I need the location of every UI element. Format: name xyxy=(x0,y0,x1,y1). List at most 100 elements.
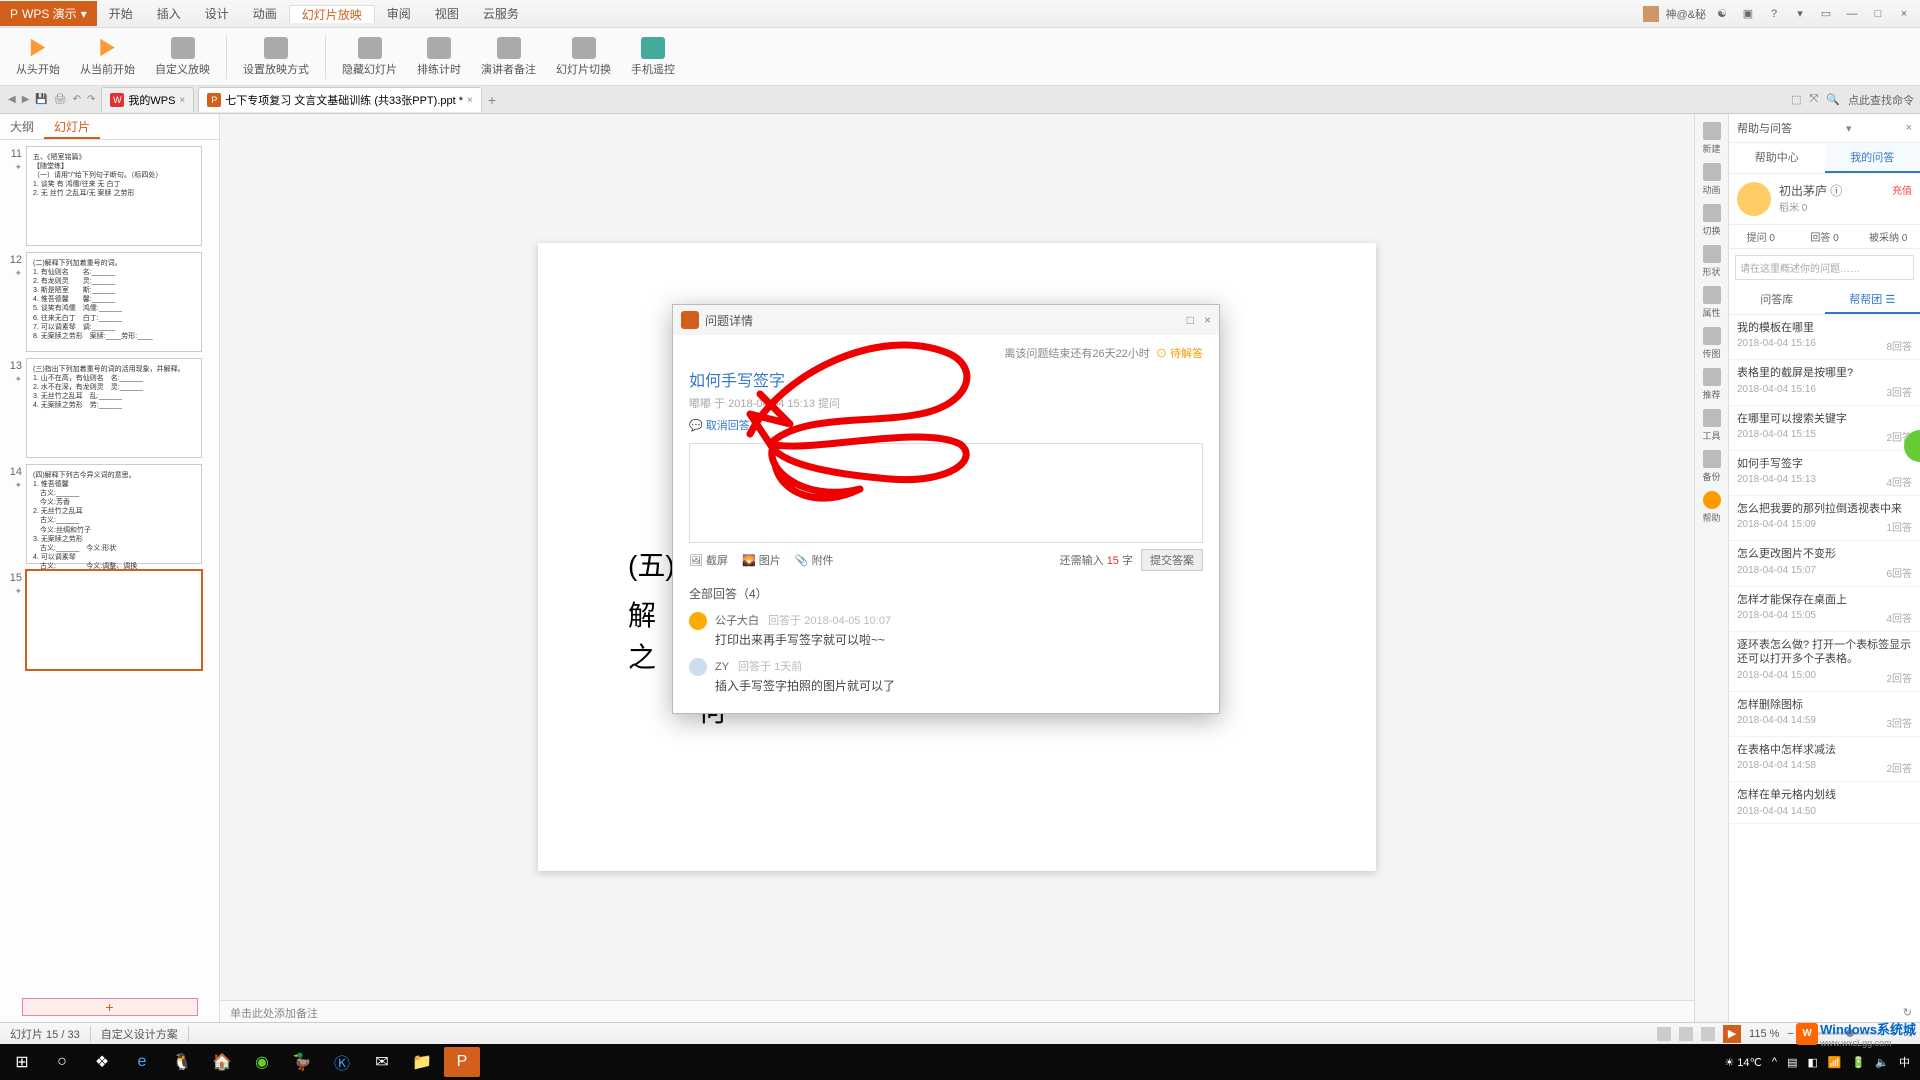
tray-up-icon[interactable]: ^ xyxy=(1772,1056,1777,1068)
thumb-row-13[interactable]: 13✦(三)指出下列加着重号的词的活用现象，并解释。1. 山不在高，有仙则名 名… xyxy=(4,358,215,458)
notes-bar[interactable]: 单击此处添加备注 xyxy=(220,1000,1694,1022)
help-search-input[interactable]: 请在这里概述你的问题…… xyxy=(1735,255,1914,280)
menu-7[interactable]: 云服务 xyxy=(471,5,531,23)
add-slide-button[interactable]: + xyxy=(22,998,198,1016)
dropdown-icon[interactable]: ▾ xyxy=(1790,7,1810,20)
screenshot-tool[interactable]: 🖼 截屏 xyxy=(689,552,728,568)
tab-undo-icon[interactable]: ↶ xyxy=(71,92,83,107)
maximize-button[interactable]: □ xyxy=(1868,8,1888,20)
help-item-8[interactable]: 怎样删除图标2018-04-04 14:593回答 xyxy=(1729,692,1920,737)
explorer-icon[interactable]: 📁 xyxy=(404,1047,440,1077)
tab-save-icon[interactable]: 💾 xyxy=(33,92,49,107)
pin-icon[interactable]: ▭ xyxy=(1816,7,1836,20)
volume-icon[interactable]: 🔈 xyxy=(1875,1056,1889,1069)
side-item-7[interactable]: 工具 xyxy=(1698,409,1726,442)
weather-widget[interactable]: ☀ 14℃ xyxy=(1724,1056,1762,1069)
side-item-5[interactable]: 传图 xyxy=(1698,327,1726,360)
thumb-row-11[interactable]: 11✦五、《陋室铭篇》【随堂练】（一）请用"/"给下列句子断句。（标四处）1. … xyxy=(4,146,215,246)
help-panel-close-icon[interactable]: × xyxy=(1906,122,1912,134)
menu-5[interactable]: 审阅 xyxy=(375,5,423,23)
modal-close-button[interactable]: × xyxy=(1204,313,1211,327)
sync-icon[interactable]: ☯ xyxy=(1712,7,1732,20)
wifi-icon[interactable]: 📶 xyxy=(1828,1056,1842,1069)
image-tool[interactable]: 🌄 图片 xyxy=(742,552,781,568)
thumb-row-14[interactable]: 14✦(四)解释下列古今异义词的意思。1. 惟吾德馨 古义:______ 今义:… xyxy=(4,464,215,564)
submit-answer-button[interactable]: 提交答案 xyxy=(1141,549,1203,571)
ime-icon[interactable]: 中 xyxy=(1899,1054,1910,1070)
home-icon[interactable]: 🏠 xyxy=(204,1047,240,1077)
help-subtab-qa[interactable]: 问答库 xyxy=(1729,286,1825,314)
view-sorter-icon[interactable] xyxy=(1679,1027,1693,1041)
user-name[interactable]: 神@&秘 xyxy=(1665,6,1706,22)
menu-0[interactable]: 开始 xyxy=(97,5,145,23)
wps-taskbar-icon[interactable]: P xyxy=(444,1047,480,1077)
help-item-5[interactable]: 怎么更改图片不变形2018-04-04 15:076回答 xyxy=(1729,541,1920,586)
side-item-6[interactable]: 推荐 xyxy=(1698,368,1726,401)
cancel-answer-link[interactable]: 💬 取消回答 ▾ xyxy=(689,417,758,433)
thumb-13[interactable]: (三)指出下列加着重号的词的活用现象，并解释。1. 山不在高，有仙则名 名:__… xyxy=(26,358,202,458)
help-tab-center[interactable]: 帮助中心 xyxy=(1729,143,1825,173)
help-item-6[interactable]: 怎样才能保存在桌面上2018-04-04 15:054回答 xyxy=(1729,587,1920,632)
help-item-2[interactable]: 在哪里可以搜索关键字2018-04-04 15:152回答 xyxy=(1729,406,1920,451)
help-tab-myqa[interactable]: 我的问答 xyxy=(1825,143,1920,173)
help-icon[interactable]: ? xyxy=(1764,8,1784,20)
modal-titlebar[interactable]: 问题详情 □ × xyxy=(673,305,1219,335)
side-item-8[interactable]: 备份 xyxy=(1698,450,1726,483)
outline-tab-slides[interactable]: 幻灯片 xyxy=(44,114,100,139)
ribbon-btn-2[interactable]: 自定义放映 xyxy=(147,35,218,79)
menu-4[interactable]: 幻灯片放映 xyxy=(289,5,375,23)
help-item-9[interactable]: 在表格中怎样求减法2018-04-04 14:582回答 xyxy=(1729,737,1920,782)
zoom-level[interactable]: 115 % xyxy=(1749,1028,1779,1040)
view-normal-icon[interactable] xyxy=(1657,1027,1671,1041)
app-logo[interactable]: P WPS 演示 ▾ xyxy=(0,1,97,26)
ribbon-btn-5[interactable]: 排练计时 xyxy=(409,35,469,79)
help-item-0[interactable]: 我的模板在哪里2018-04-04 15:168回答 xyxy=(1729,315,1920,360)
start-button[interactable]: ⊞ xyxy=(4,1047,40,1077)
add-tab-button[interactable]: + xyxy=(488,92,496,108)
reader-mode-icon[interactable]: ⬚ xyxy=(1791,93,1801,106)
ribbon-btn-6[interactable]: 演讲者备注 xyxy=(473,35,544,79)
thumb-row-15[interactable]: 15✦ xyxy=(4,570,215,670)
recharge-link[interactable]: 充值 xyxy=(1892,182,1912,216)
minimize-button[interactable]: — xyxy=(1842,8,1862,20)
file-tab-1[interactable]: P七下专项复习 文言文基础训练 (共33张PPT).ppt *× xyxy=(198,87,482,112)
thumb-row-12[interactable]: 12✦(二)解释下列加着重号的词。1. 有仙则名 名:______2. 有龙则灵… xyxy=(4,252,215,352)
help-item-1[interactable]: 表格里的截屏是按哪里?2018-04-04 15:163回答 xyxy=(1729,360,1920,405)
thumb-15[interactable] xyxy=(26,570,202,670)
help-item-7[interactable]: 逐环表怎么做? 打开一个表标签显示还可以打开多个子表格。2018-04-04 1… xyxy=(1729,632,1920,692)
help-item-10[interactable]: 怎样在单元格内划线2018-04-04 14:50 xyxy=(1729,782,1920,823)
view-reading-icon[interactable] xyxy=(1701,1027,1715,1041)
outline-tab-text[interactable]: 大纲 xyxy=(0,114,44,139)
tab-print-icon[interactable]: 🖨 xyxy=(52,92,69,107)
selection-icon[interactable]: ⤧ xyxy=(1809,93,1818,106)
help-question-list[interactable]: 我的模板在哪里2018-04-04 15:168回答表格里的截屏是按哪里?201… xyxy=(1729,315,1920,1003)
app-dropdown-icon[interactable]: ▾ xyxy=(81,7,87,21)
taskview-button[interactable]: ❖ xyxy=(84,1047,120,1077)
side-item-3[interactable]: 形状 xyxy=(1698,245,1726,278)
side-item-2[interactable]: 切换 xyxy=(1698,204,1726,237)
ribbon-btn-7[interactable]: 幻灯片切换 xyxy=(548,35,619,79)
search-hint[interactable]: 点此查找命令 xyxy=(1848,92,1914,108)
menu-2[interactable]: 设计 xyxy=(193,5,241,23)
status-design-scheme[interactable]: 自定义设计方案 xyxy=(91,1026,189,1042)
tab-fwd-icon[interactable]: ▶ xyxy=(20,92,32,107)
menu-3[interactable]: 动画 xyxy=(241,5,289,23)
mail-icon[interactable]: ✉ xyxy=(364,1047,400,1077)
ribbon-btn-8[interactable]: 手机遥控 xyxy=(623,35,683,79)
ribbon-btn-1[interactable]: 从当前开始 xyxy=(72,35,143,79)
thumb-14[interactable]: (四)解释下列古今异义词的意思。1. 惟吾德馨 古义:______ 今义:芳香2… xyxy=(26,464,202,564)
tray-icon-1[interactable]: ▤ xyxy=(1787,1056,1797,1069)
side-item-9[interactable]: 帮助 xyxy=(1698,491,1726,524)
thumb-12[interactable]: (二)解释下列加着重号的词。1. 有仙则名 名:______2. 有龙则灵 灵:… xyxy=(26,252,202,352)
tray-icon-2[interactable]: ◧ xyxy=(1807,1056,1817,1069)
ribbon-btn-0[interactable]: 从头开始 xyxy=(8,35,68,79)
cortana-button[interactable]: ○ xyxy=(44,1047,80,1077)
app-icon-2[interactable]: ◉ xyxy=(244,1047,280,1077)
thumb-11[interactable]: 五、《陋室铭篇》【随堂练】（一）请用"/"给下列句子断句。（标四处）1. 谈笑 … xyxy=(26,146,202,246)
tab-close-icon[interactable]: × xyxy=(179,95,185,106)
edge-icon[interactable]: e xyxy=(124,1047,160,1077)
side-item-0[interactable]: 新建 xyxy=(1698,122,1726,155)
app-icon-4[interactable]: Ⓚ xyxy=(324,1047,360,1077)
app-icon-1[interactable]: 🐧 xyxy=(164,1047,200,1077)
slide-thumbnails[interactable]: 11✦五、《陋室铭篇》【随堂练】（一）请用"/"给下列句子断句。（标四处）1. … xyxy=(0,140,219,992)
